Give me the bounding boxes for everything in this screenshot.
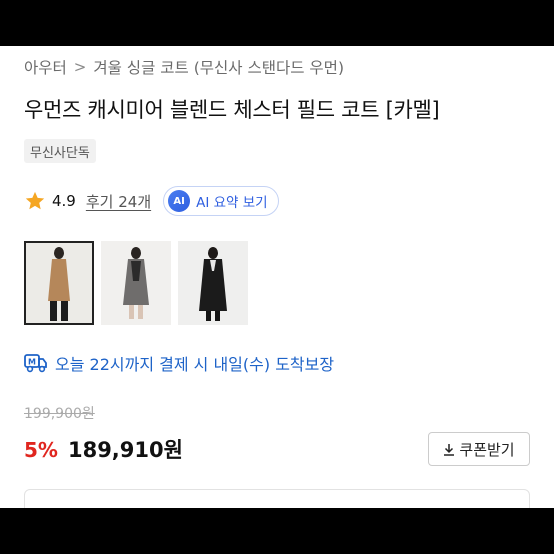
delivery-truck-icon: M [24, 354, 47, 373]
star-icon [25, 191, 45, 210]
model-gray-coat-image [101, 241, 171, 325]
delivery-info: M 오늘 22시까지 결제 시 내일(수) 도착보장 [24, 351, 334, 375]
exclusive-badge: 무신사단독 [24, 139, 96, 163]
review-count-link[interactable]: 후기 24개 [86, 191, 151, 212]
model-black-coat-image [178, 241, 248, 325]
breadcrumb-separator-icon: > [73, 58, 87, 76]
breadcrumb-item-outer[interactable]: 아우터 [24, 56, 67, 78]
original-price: 199,900원 [24, 406, 95, 422]
bottom-black-bar [0, 508, 554, 554]
coupon-label: 쿠폰받기 [459, 440, 515, 459]
discount-rate: 5% [24, 438, 58, 462]
ai-badge-icon: AI [168, 190, 191, 212]
coupon-download-button[interactable]: 쿠폰받기 [428, 432, 530, 466]
model-camel-coat-image [26, 243, 92, 323]
thumbnail-gray[interactable] [101, 241, 171, 325]
product-page: 아우터 > 겨울 싱글 코트 (무신사 스탠다드 우먼) 우먼즈 캐시미어 블렌… [0, 46, 554, 508]
thumbnail-gallery [24, 241, 255, 325]
next-section-card [24, 489, 530, 508]
download-icon [444, 443, 455, 456]
breadcrumb-item-category[interactable]: 겨울 싱글 코트 (무신사 스탠다드 우먼) [93, 56, 344, 78]
sale-price: 189,910원 [67, 438, 183, 462]
product-title: 우먼즈 캐시미어 블렌드 체스터 필드 코트 [카멜] [24, 98, 440, 122]
rating-value: 4.9 [52, 192, 76, 210]
ai-summary-label: AI 요약 보기 [196, 195, 268, 211]
rating-row: 4.9 후기 24개 AI AI 요약 보기 [24, 186, 279, 216]
ai-summary-button[interactable]: AI AI 요약 보기 [163, 186, 279, 216]
svg-text:M: M [28, 358, 36, 367]
thumbnail-black[interactable] [178, 241, 248, 325]
breadcrumb: 아우터 > 겨울 싱글 코트 (무신사 스탠다드 우먼) [24, 56, 344, 78]
delivery-guarantee-text: 오늘 22시까지 결제 시 내일(수) 도착보장 [55, 355, 335, 374]
thumbnail-camel[interactable] [24, 241, 94, 325]
price-row: 5% 189,910원 [24, 434, 183, 464]
